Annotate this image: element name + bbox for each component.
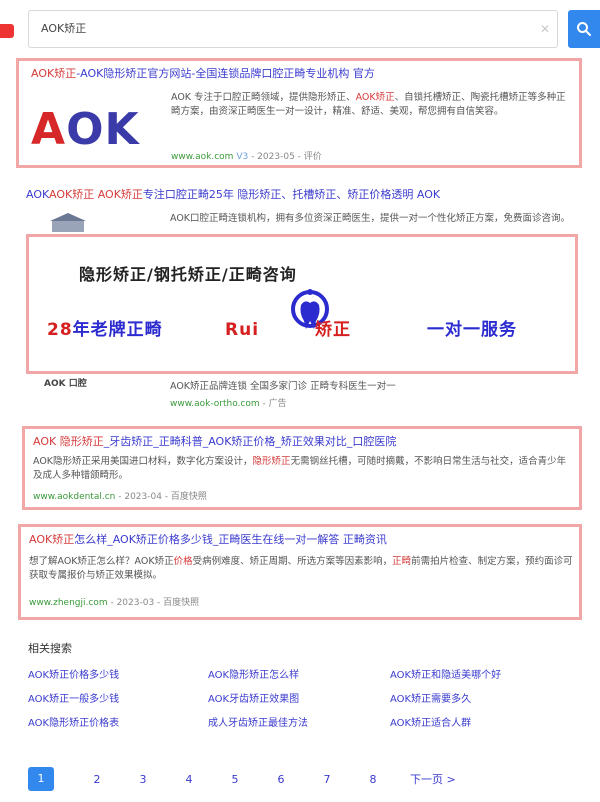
banner-brand-name: Rui	[225, 320, 260, 340]
url-domain[interactable]: www.aok.com	[171, 152, 233, 162]
search-icon	[577, 22, 591, 36]
related-link[interactable]: AOK矫正适合人群	[390, 716, 568, 732]
url-meta[interactable]: - 2023-04 - 百度快照	[118, 492, 207, 502]
page-2[interactable]: 2	[74, 773, 120, 786]
desc-highlight: 价格	[173, 556, 193, 567]
related-link[interactable]: AOK隐形矫正怎么样	[208, 668, 390, 684]
banner-heading: 隐形矫正/钢托矫正/正畸咨询	[79, 265, 297, 284]
result-url[interactable]: www.aokdental.cn - 2023-04 - 百度快照	[33, 491, 207, 504]
result-url[interactable]: www.zhengji.com - 2023-03 - 百度快照	[29, 597, 199, 610]
result-title-text[interactable]: 怎么样_AOK矫正	[74, 533, 158, 546]
ad-logo[interactable]: AOK 口腔	[44, 376, 144, 404]
banner-item-experience[interactable]: 28年老牌正畸	[47, 315, 163, 340]
ad-title-highlight[interactable]: AOK矫正 AOK矫正	[49, 188, 143, 201]
result-description: AOK隐形矫正采用美国进口材料，数字化方案设计，隐形矫正无需钢丝托槽，可随时摘戴…	[33, 455, 573, 483]
search-bar: AOK矫正 ✕	[0, 10, 600, 50]
logo-letters-ok: OK	[66, 103, 140, 155]
ad-result-description: AOK口腔正畸连锁机构，拥有多位资深正畸医生，提供一对一个性化矫正方案，免费面诊…	[170, 213, 570, 224]
related-link[interactable]: 成人牙齿矫正最佳方法	[208, 716, 390, 732]
url-domain[interactable]: www.zhengji.com	[29, 598, 108, 608]
related-link[interactable]: AOK矫正价格多少钱	[28, 668, 208, 684]
related-link[interactable]: AOK隐形矫正价格表	[28, 716, 208, 732]
result-title-tail[interactable]: 价格多少钱_正畸医生在线一对一解答 正畸资讯	[158, 533, 387, 546]
ad-banner[interactable]: 隐形矫正/钢托矫正/正畸咨询 28年老牌正畸 Rui 矫正 一对一服务	[26, 234, 578, 374]
banner-brand-tail: 矫正	[315, 320, 352, 340]
next-page-button[interactable]: 下一页 >	[410, 771, 456, 787]
ad-url-domain[interactable]: www.aok-ortho.com	[170, 399, 260, 409]
result-title[interactable]: AOK矫正-AOK隐形矫正官方网站-全国连锁品牌口腔正畸专业机构 官方	[31, 67, 571, 81]
search-logo-icon	[0, 24, 14, 38]
ad-result-title[interactable]: AOKAOK矫正 AOK矫正专注口腔正畸25年 隐形矫正、托槽矫正、矫正价格透明…	[26, 186, 586, 202]
desc-highlight: 隐形矫正	[252, 456, 291, 467]
desc-text: AOK 专注于口腔正畸领域，提供隐形矫正、	[171, 92, 356, 103]
verified-badge[interactable]: V3	[236, 152, 248, 162]
result-title-highlight[interactable]: AOK矫正	[31, 67, 76, 80]
result-title[interactable]: AOK矫正怎么样_AOK矫正价格多少钱_正畸医生在线一对一解答 正畸资讯	[29, 533, 569, 547]
banner-years-label: 年老牌正畸	[72, 320, 163, 340]
search-result-3: AOK矫正怎么样_AOK矫正价格多少钱_正畸医生在线一对一解答 正畸资讯 想了解…	[18, 524, 582, 620]
result-description: 想了解AOK矫正怎么样？AOK矫正价格受病例难度、矫正周期、所选方案等因素影响，…	[29, 555, 573, 583]
banner-years: 28	[47, 320, 73, 340]
result-url[interactable]: www.aok.com V3 - 2023-05 - 评价	[171, 151, 322, 164]
page-7[interactable]: 7	[304, 773, 350, 786]
banner-item-brand[interactable]: Rui 矫正	[225, 315, 351, 340]
desc-text: 想了解AOK矫正怎么样？AOK矫正	[29, 556, 174, 567]
ad-label: - 广告	[262, 399, 287, 409]
clear-icon[interactable]: ✕	[540, 22, 550, 36]
ad-title-text[interactable]: 专注口腔正畸25年 隐形矫正、托槽矫正、矫正价格透明 AOK	[143, 188, 440, 201]
result-title-highlight[interactable]: AOK 隐形矫正	[33, 435, 104, 448]
search-button[interactable]	[568, 10, 600, 48]
ad-subdescription: AOK矫正品牌连锁 全国多家门诊 正畸专科医生一对一	[170, 381, 396, 392]
result-title[interactable]: AOK 隐形矫正_牙齿矫正_正畸科普_AOK矫正价格_矫正效果对比_口腔医院	[33, 435, 573, 449]
clinic-thumb-icon	[50, 213, 86, 232]
related-searches-title: 相关搜索	[28, 642, 72, 655]
desc-highlight: AOK矫正	[355, 92, 395, 103]
search-result-2: AOK 隐形矫正_牙齿矫正_正畸科普_AOK矫正价格_矫正效果对比_口腔医院 A…	[22, 426, 582, 510]
page-8[interactable]: 8	[350, 773, 396, 786]
search-result-1: AOK矫正-AOK隐形矫正官方网站-全国连锁品牌口腔正畸专业机构 官方 A OK …	[16, 58, 582, 168]
result-title-text[interactable]: -AOK隐形矫正官方网站-全国连锁品牌口腔正畸专业机构 官方	[76, 67, 375, 80]
result-title-text[interactable]: _牙齿矫正_正畸科普_AOK矫正价格_矫正效果对比_口腔医院	[104, 435, 397, 448]
page-4[interactable]: 4	[166, 773, 212, 786]
logo-letter-a: A	[31, 103, 67, 155]
related-link[interactable]: AOK矫正需要多久	[390, 692, 568, 708]
page-3[interactable]: 3	[120, 773, 166, 786]
ad-url[interactable]: www.aok-ortho.com - 广告	[170, 398, 287, 411]
page-1[interactable]: 1	[28, 767, 54, 791]
aok-logo[interactable]: A OK	[31, 103, 161, 155]
result-description: AOK 专注于口腔正畸领域，提供隐形矫正、AOK矫正、自锁托槽矫正、陶瓷托槽矫正…	[171, 91, 571, 119]
pagination: 1 2 3 4 5 6 7 8 下一页 >	[28, 764, 568, 794]
related-link[interactable]: AOK矫正一般多少钱	[28, 692, 208, 708]
related-link[interactable]: AOK矫正和隐适美哪个好	[390, 668, 568, 684]
page-6[interactable]: 6	[258, 773, 304, 786]
related-searches: AOK矫正价格多少钱 AOK隐形矫正怎么样 AOK矫正和隐适美哪个好 AOK矫正…	[28, 668, 568, 732]
desc-highlight-2: 正畸	[392, 556, 412, 567]
result-title-highlight[interactable]: AOK矫正	[29, 533, 74, 546]
desc-text: AOK隐形矫正采用美国进口材料，数字化方案设计，	[33, 456, 253, 467]
page-5[interactable]: 5	[212, 773, 258, 786]
url-meta[interactable]: - 2023-05 - 评价	[251, 152, 322, 162]
url-domain[interactable]: www.aokdental.cn	[33, 492, 115, 502]
desc-text-mid: 受病例难度、矫正周期、所选方案等因素影响，	[192, 556, 393, 567]
url-meta[interactable]: - 2023-03 - 百度快照	[110, 598, 199, 608]
related-link[interactable]: AOK牙齿矫正效果图	[208, 692, 390, 708]
ad-title-prefix[interactable]: AOK	[26, 188, 49, 201]
banner-item-service[interactable]: 一对一服务	[427, 315, 517, 340]
search-input[interactable]: AOK矫正	[28, 10, 558, 48]
